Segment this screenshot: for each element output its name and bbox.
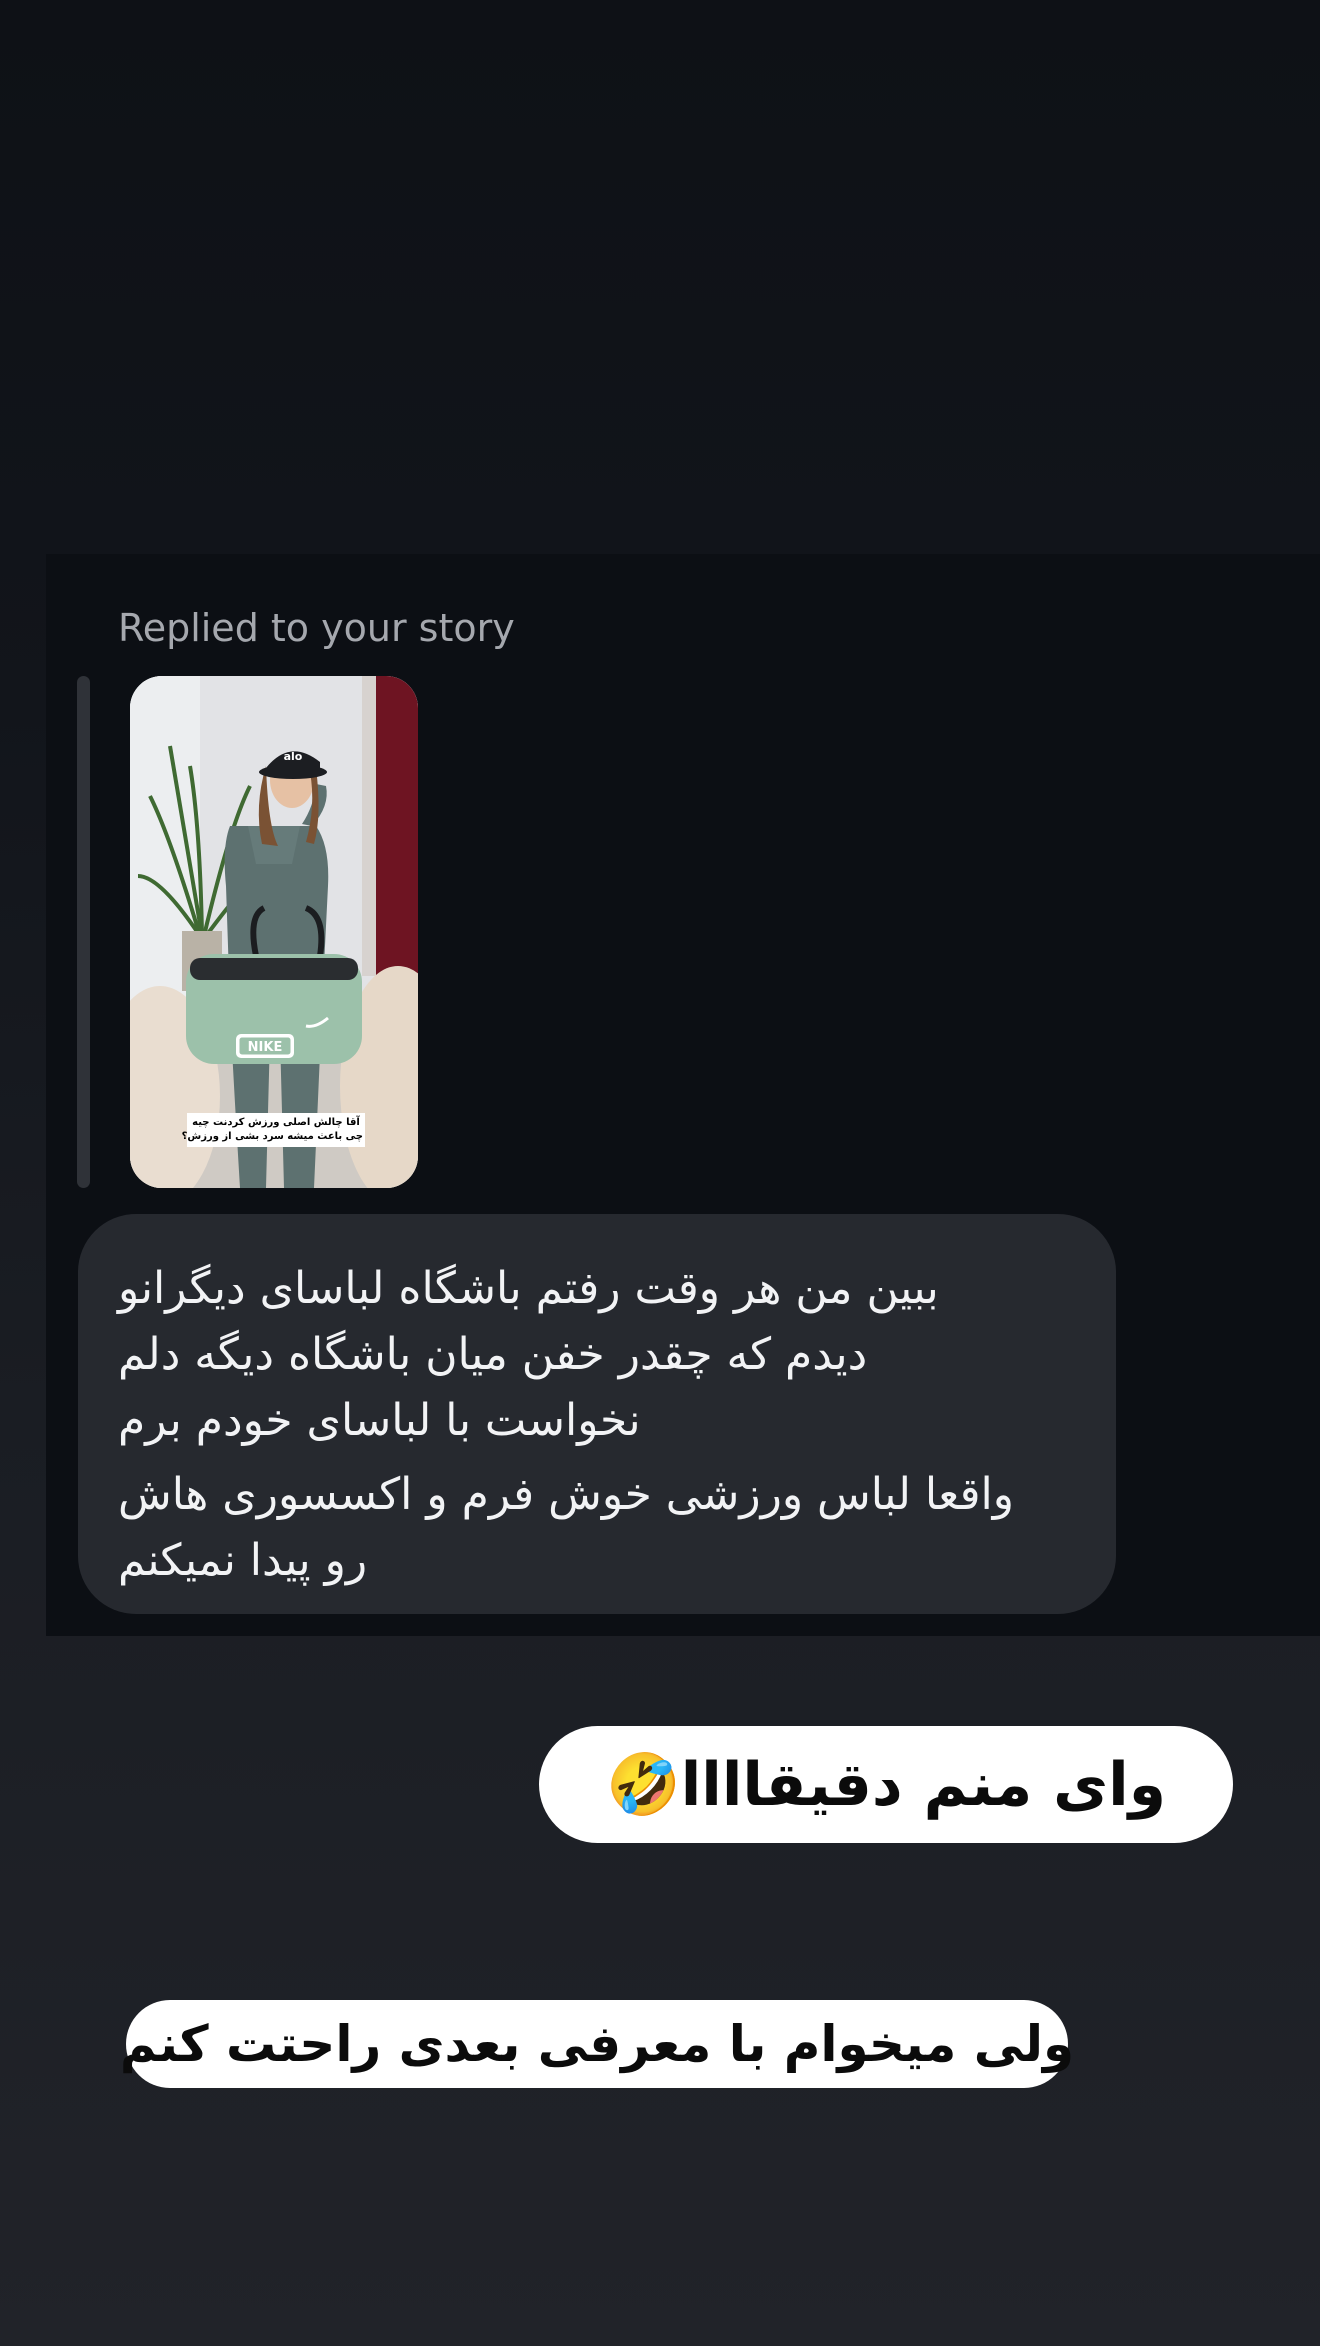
message-line: نخواست با لباسای خودم برم <box>118 1395 641 1446</box>
text-sticker-second: ولی میخوام با معرفی بعدی راحتت کنم <box>120 2000 1074 2088</box>
story-thumbnail[interactable]: alo NIKE آقا چالش اصلی ورزش کردنت چیه چی… <box>130 676 418 1188</box>
message-line: ببین من هر وقت رفتم باشگاه لباسای دیگران… <box>118 1263 939 1314</box>
replied-to-story-label: Replied to your story <box>118 606 515 650</box>
story-photo: alo NIKE <box>130 676 418 1188</box>
message-bubble[interactable]: ببین من هر وقت رفتم باشگاه لباسای دیگران… <box>78 1214 1116 1614</box>
cap-logo-text: alo <box>284 750 303 763</box>
bag-logo-text: NIKE <box>248 1040 283 1055</box>
message-line: واقعا لباس ورزشی خوش فرم و اکسسوری هاش <box>118 1469 1014 1520</box>
message-line: دیدم که چقدر خفن میان باشگاه دیگه دلم <box>118 1329 868 1380</box>
message-line: رو پیدا نمیکنم <box>118 1535 368 1586</box>
text-sticker-first: وای منم دقیقاااا🤣 <box>539 1726 1233 1843</box>
story-reply-message: Replied to your story alo NIKE آقا چالش … <box>46 554 1320 1636</box>
reply-indicator-bar <box>77 676 90 1188</box>
story-caption-line-2: چی باعث میشه سرد بشی از ورزش؟ <box>181 1131 363 1142</box>
story-caption-line-1: آقا چالش اصلی ورزش کردنت چیه <box>192 1117 360 1128</box>
story-caption: آقا چالش اصلی ورزش کردنت چیه چی باعث میش… <box>181 1113 365 1147</box>
